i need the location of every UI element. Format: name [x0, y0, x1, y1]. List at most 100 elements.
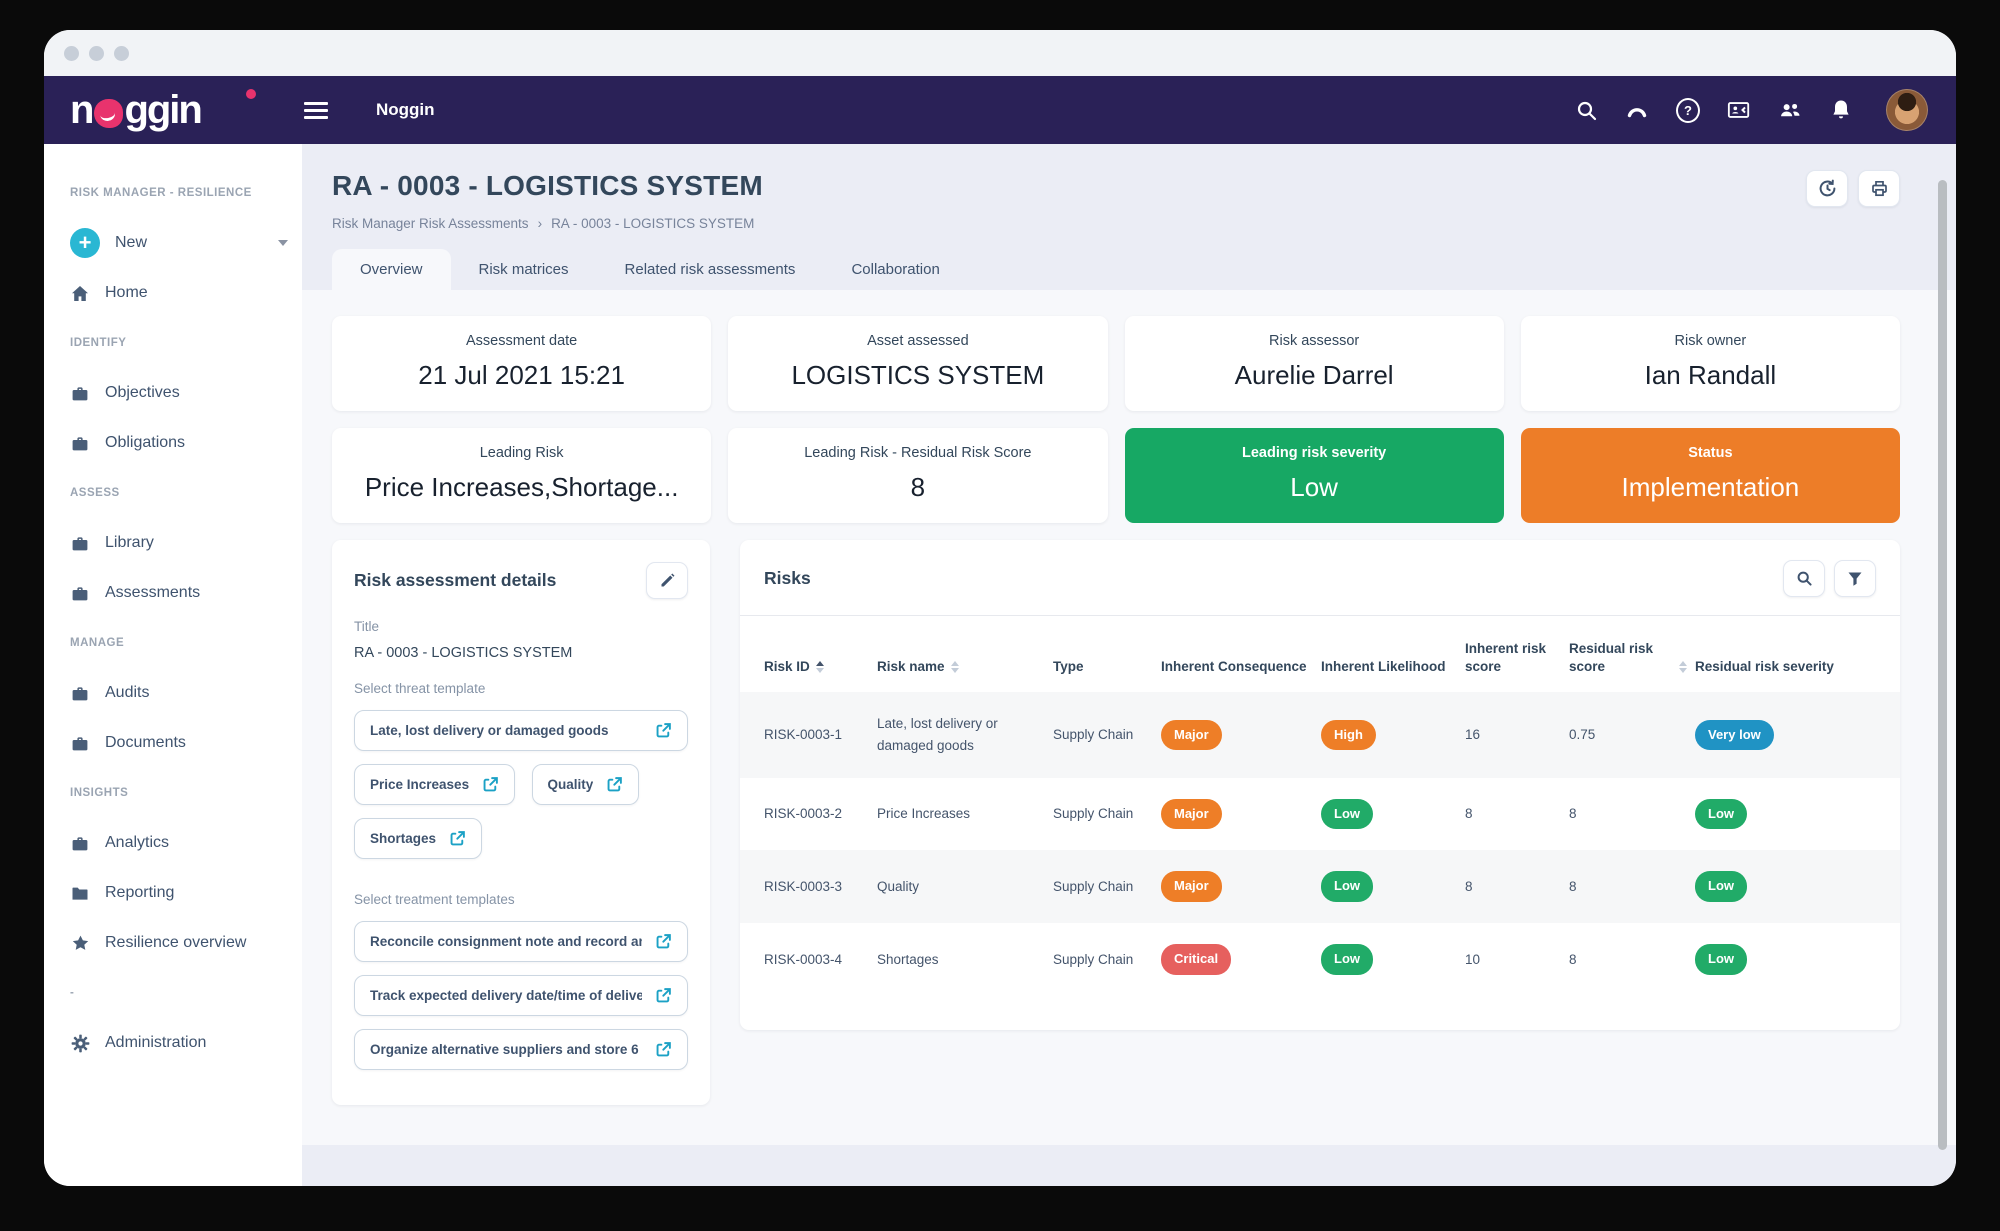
help-icon[interactable]: ?: [1676, 98, 1700, 122]
inherent-risk-score-cell: 16: [1465, 724, 1561, 746]
briefcase-icon: [70, 735, 90, 752]
headset-icon[interactable]: [1625, 98, 1649, 122]
column-inherent-likelihood[interactable]: Inherent Likelihood: [1321, 658, 1457, 676]
sidebar-item-library[interactable]: Library: [70, 518, 302, 568]
title-field-label: Title: [354, 619, 688, 634]
people-icon[interactable]: [1778, 98, 1802, 122]
noggin-logo-o-icon: [94, 99, 123, 128]
briefcase-icon: [70, 685, 90, 702]
window-minimize-button[interactable]: [89, 46, 104, 61]
table-row[interactable]: RISK-0003-3 Quality Supply Chain Major L…: [740, 850, 1900, 923]
threat-template-chip[interactable]: Quality: [532, 764, 640, 805]
threat-template-chip[interactable]: Shortages: [354, 818, 482, 859]
print-button[interactable]: [1858, 170, 1900, 207]
sidebar-section-misc: -: [70, 968, 302, 1018]
tab-overview[interactable]: Overview: [332, 249, 451, 290]
topbar-actions: ?: [1574, 89, 1928, 131]
threat-template-chip[interactable]: Price Increases: [354, 764, 515, 805]
summary-card-assessment-date: Assessment date 21 Jul 2021 15:21: [332, 316, 711, 411]
inherent-risk-score-cell: 8: [1465, 803, 1561, 825]
inherent-likelihood-cell: Low: [1321, 871, 1457, 902]
column-type[interactable]: Type: [1053, 658, 1153, 676]
column-inherent-risk-score[interactable]: Inherent risk score: [1465, 640, 1561, 676]
briefcase-icon: [70, 385, 90, 402]
residual-risk-severity-cell: Low: [1695, 871, 1876, 902]
sidebar-item-documents[interactable]: Documents: [70, 718, 302, 768]
sidebar-item-audits[interactable]: Audits: [70, 668, 302, 718]
risk-name-cell: Price Increases: [877, 803, 1045, 825]
edit-button[interactable]: [646, 562, 688, 599]
tab-collaboration[interactable]: Collaboration: [823, 249, 967, 290]
sort-icon[interactable]: [1679, 661, 1687, 673]
risk-id-cell: RISK-0003-2: [764, 803, 869, 825]
column-risk-id[interactable]: Risk ID: [764, 658, 869, 676]
tab-related-risk-assessments[interactable]: Related risk assessments: [597, 249, 824, 290]
column-inherent-consequence[interactable]: Inherent Consequence: [1161, 658, 1313, 676]
sidebar-item-home[interactable]: Home: [70, 268, 302, 318]
risk-assessment-details-card: Risk assessment details Title RA - 0003 …: [332, 540, 710, 1105]
sidebar-new-button[interactable]: + New: [70, 218, 302, 268]
sidebar-section-identify: IDENTIFY: [70, 318, 302, 368]
severity-badge: Low: [1695, 799, 1747, 830]
breadcrumb-link[interactable]: Risk Manager Risk Assessments: [332, 216, 529, 231]
column-residual-risk-severity[interactable]: Residual risk severity: [1695, 658, 1876, 676]
chevron-down-icon: [278, 240, 288, 246]
tab-bar: Overview Risk matrices Related risk asse…: [302, 249, 1956, 290]
main-area: RA - 0003 - LOGISTICS SYSTEM Risk Manage…: [302, 144, 1956, 1186]
table-row[interactable]: RISK-0003-4 Shortages Supply Chain Criti…: [740, 923, 1900, 996]
sidebar-item-reporting[interactable]: Reporting: [70, 868, 302, 918]
sidebar-item-administration[interactable]: Administration: [70, 1018, 302, 1068]
treatment-template-chip[interactable]: Track expected delivery date/time of del…: [354, 975, 688, 1016]
sidebar-item-analytics[interactable]: Analytics: [70, 818, 302, 868]
treatment-template-chip[interactable]: Organize alternative suppliers and store…: [354, 1029, 688, 1070]
noggin-logo[interactable]: nggin: [70, 88, 282, 133]
folder-icon: [70, 885, 90, 901]
summary-card-leading-risk-residual-score: Leading Risk - Residual Risk Score 8: [728, 428, 1107, 523]
table-row[interactable]: RISK-0003-2 Price Increases Supply Chain…: [740, 778, 1900, 851]
breadcrumb: Risk Manager Risk Assessments › RA - 000…: [332, 216, 1900, 231]
risk-name-cell: Quality: [877, 876, 1045, 898]
user-avatar[interactable]: [1886, 89, 1928, 131]
treatment-template-chip[interactable]: Reconcile consignment note and record an…: [354, 921, 688, 962]
severity-badge: Low: [1321, 799, 1373, 830]
inherent-consequence-cell: Major: [1161, 799, 1313, 830]
star-icon: [70, 934, 90, 952]
sidebar-context-label: RISK MANAGER - RESILIENCE: [70, 168, 302, 218]
severity-badge: Low: [1321, 871, 1373, 902]
table-search-button[interactable]: [1783, 560, 1825, 597]
risk-name-cell: Late, lost delivery or damaged goods: [877, 713, 1045, 756]
sidebar-item-resilience-overview[interactable]: Resilience overview: [70, 918, 302, 968]
sidebar-section-manage: MANAGE: [70, 618, 302, 668]
search-icon[interactable]: [1574, 98, 1598, 122]
notifications-bell-icon[interactable]: [1829, 98, 1853, 122]
contacts-card-icon[interactable]: [1727, 98, 1751, 122]
sort-icon[interactable]: [951, 661, 959, 673]
window-close-button[interactable]: [64, 46, 79, 61]
summary-card-risk-assessor: Risk assessor Aurelie Darrel: [1125, 316, 1504, 411]
briefcase-icon: [70, 535, 90, 552]
tab-risk-matrices[interactable]: Risk matrices: [451, 249, 597, 290]
residual-risk-severity-cell: Low: [1695, 799, 1876, 830]
window-maximize-button[interactable]: [114, 46, 129, 61]
sidebar-item-assessments[interactable]: Assessments: [70, 568, 302, 618]
tab-content: Assessment date 21 Jul 2021 15:21 Asset …: [302, 290, 1956, 1145]
sidebar-item-objectives[interactable]: Objectives: [70, 368, 302, 418]
noggin-logo-i-dot: [246, 89, 256, 99]
table-row[interactable]: RISK-0003-1 Late, lost delivery or damag…: [740, 692, 1900, 777]
column-residual-risk-score[interactable]: Residual risk score: [1569, 640, 1687, 676]
threat-template-chip[interactable]: Late, lost delivery or damaged goods: [354, 710, 688, 751]
table-filter-button[interactable]: [1834, 560, 1876, 597]
inherent-risk-score-cell: 8: [1465, 876, 1561, 898]
app-title: Noggin: [376, 100, 435, 120]
gear-icon: [70, 1034, 90, 1053]
scrollbar[interactable]: [1938, 180, 1947, 1150]
sort-asc-icon[interactable]: [816, 661, 824, 673]
sidebar-item-obligations[interactable]: Obligations: [70, 418, 302, 468]
severity-badge: Critical: [1161, 944, 1231, 975]
column-risk-name[interactable]: Risk name: [877, 658, 1045, 676]
hamburger-menu-icon[interactable]: [304, 102, 328, 119]
history-button[interactable]: [1806, 170, 1848, 207]
risks-card-title: Risks: [764, 568, 811, 589]
inherent-consequence-cell: Major: [1161, 720, 1313, 751]
severity-badge: Major: [1161, 720, 1222, 751]
